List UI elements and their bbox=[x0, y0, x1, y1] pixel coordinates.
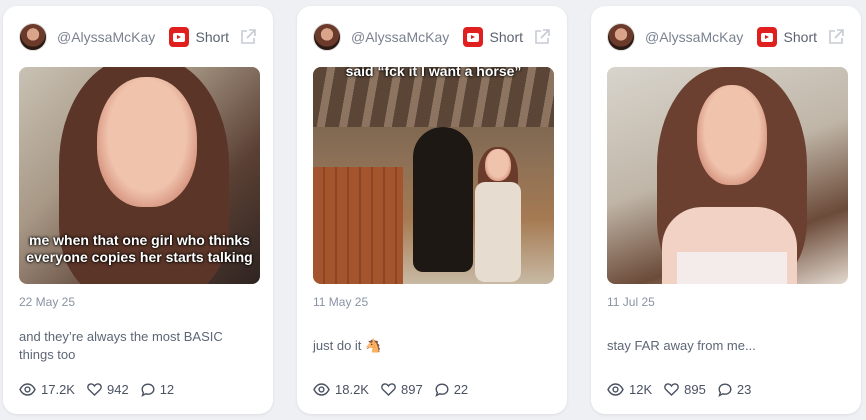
horse-shape bbox=[413, 127, 473, 272]
likes-count: 895 bbox=[684, 382, 706, 397]
post-description: just do it 🐴 bbox=[313, 338, 382, 353]
channel-handle[interactable]: @AlyssaMcKay bbox=[57, 29, 155, 45]
video-card[interactable]: @AlyssaMcKay Short me when that one girl… bbox=[3, 6, 273, 414]
comments-count: 12 bbox=[159, 382, 175, 397]
platform-label: Short bbox=[783, 29, 817, 45]
comment-icon bbox=[141, 382, 155, 397]
video-card[interactable]: @AlyssaMcKay Short 11 Jul 25 stay FAR aw… bbox=[591, 6, 861, 414]
post-description: stay FAR away from me... bbox=[607, 338, 756, 353]
likes-stat: 895 bbox=[664, 382, 706, 397]
top-garment bbox=[677, 252, 787, 284]
platform-badge: Short bbox=[462, 27, 551, 47]
card-header: @AlyssaMcKay Short bbox=[19, 22, 257, 52]
views-count: 17.2K bbox=[41, 382, 75, 397]
comments-stat: 23 bbox=[718, 382, 751, 397]
post-date: 22 May 25 bbox=[19, 295, 76, 309]
views-stat: 17.2K bbox=[19, 382, 75, 397]
post-date: 11 May 25 bbox=[313, 295, 369, 309]
youtube-icon bbox=[168, 27, 189, 47]
post-date: 11 Jul 25 bbox=[607, 295, 655, 309]
engagement-stats: 17.2K 942 12 bbox=[19, 382, 186, 397]
avatar[interactable] bbox=[313, 23, 341, 51]
youtube-icon bbox=[462, 27, 483, 47]
heart-icon bbox=[87, 383, 102, 396]
engagement-stats: 12K 895 23 bbox=[607, 382, 763, 397]
likes-count: 897 bbox=[400, 382, 423, 397]
comment-icon bbox=[435, 382, 449, 397]
avatar[interactable] bbox=[19, 23, 47, 51]
platform-label: Short bbox=[489, 29, 523, 45]
views-stat: 12K bbox=[607, 382, 652, 397]
card-header: @AlyssaMcKay Short bbox=[313, 22, 551, 52]
views-count: 18.2K bbox=[335, 382, 369, 397]
comments-count: 22 bbox=[453, 382, 469, 397]
post-description: and they’re always the most BASIC things… bbox=[19, 329, 223, 362]
likes-count: 942 bbox=[106, 382, 129, 397]
platform-label: Short bbox=[195, 29, 229, 45]
video-thumbnail[interactable]: me when that one girl who thinks everyon… bbox=[19, 67, 260, 284]
platform-badge: Short bbox=[168, 27, 257, 47]
heart-icon bbox=[381, 383, 396, 396]
video-card[interactable]: @AlyssaMcKay Short said “fck it I want a… bbox=[297, 6, 567, 414]
video-thumbnail[interactable] bbox=[607, 67, 848, 284]
comments-count: 23 bbox=[736, 382, 752, 397]
avatar[interactable] bbox=[607, 23, 635, 51]
views-stat: 18.2K bbox=[313, 382, 369, 397]
engagement-stats: 18.2K 897 22 bbox=[313, 382, 480, 397]
person-body bbox=[475, 182, 521, 282]
likes-stat: 942 bbox=[87, 382, 129, 397]
heart-icon bbox=[664, 383, 679, 396]
likes-stat: 897 bbox=[381, 382, 423, 397]
thumbnail-caption: me when that one girl who thinks everyon… bbox=[26, 232, 253, 265]
video-thumbnail[interactable]: said “fck it I want a horse” bbox=[313, 67, 554, 284]
eye-icon bbox=[313, 383, 330, 396]
youtube-icon bbox=[756, 27, 777, 47]
views-count: 12K bbox=[629, 382, 653, 397]
platform-badge: Short bbox=[756, 27, 845, 47]
barn-stall bbox=[313, 167, 403, 284]
external-link-icon[interactable] bbox=[533, 28, 551, 46]
eye-icon bbox=[19, 383, 36, 396]
card-header: @AlyssaMcKay Short bbox=[607, 22, 845, 52]
comments-stat: 12 bbox=[141, 382, 174, 397]
channel-handle[interactable]: @AlyssaMcKay bbox=[645, 29, 743, 45]
external-link-icon[interactable] bbox=[827, 28, 845, 46]
comments-stat: 22 bbox=[435, 382, 468, 397]
comment-icon bbox=[718, 382, 732, 397]
thumbnail-caption: said “fck it I want a horse” bbox=[345, 67, 522, 79]
eye-icon bbox=[607, 383, 624, 396]
channel-handle[interactable]: @AlyssaMcKay bbox=[351, 29, 449, 45]
external-link-icon[interactable] bbox=[239, 28, 257, 46]
